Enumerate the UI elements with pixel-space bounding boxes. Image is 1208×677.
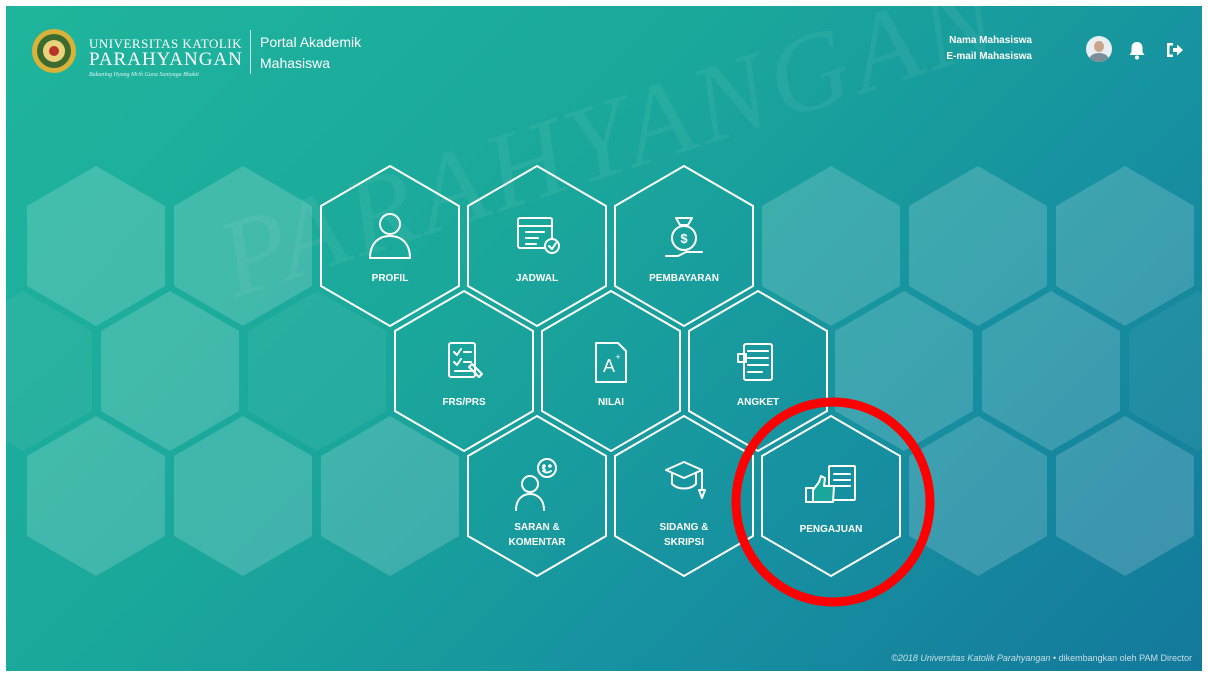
- checklist-icon: [448, 342, 483, 378]
- tile-label-pembayaran[interactable]: PEMBAYARAN: [629, 271, 739, 286]
- graduation-cap-icon: [665, 461, 706, 499]
- footer-credit: • dikembangkan oleh PAM Director: [1050, 653, 1192, 663]
- tile-label-sidang[interactable]: SIDANG & SKRIPSI: [629, 520, 739, 550]
- tile-label-sidang-line1: SIDANG &: [659, 522, 709, 533]
- tile-label-pengajuan[interactable]: PENGAJUAN: [776, 522, 886, 537]
- tile-label-frs-prs[interactable]: FRS/PRS: [409, 395, 519, 410]
- chat-person-icon: [515, 458, 557, 511]
- svg-text:+: +: [615, 352, 620, 362]
- tile-label-nilai[interactable]: NILAI: [556, 395, 666, 410]
- tile-profil[interactable]: [320, 164, 460, 328]
- thumbs-up-document-icon: [805, 465, 856, 503]
- tile-label-profil[interactable]: PROFIL: [335, 271, 445, 286]
- app-background: PARAHYANGAN UNIVERSITAS KATOLIK PARAHYAN…: [6, 6, 1202, 671]
- tile-label-angket[interactable]: ANGKET: [703, 395, 813, 410]
- tile-label-saran-line2: KOMENTAR: [508, 537, 566, 548]
- footer-copyright: ©2018 Universitas Katolik Parahyangan: [891, 653, 1051, 663]
- svg-text:A: A: [603, 356, 615, 376]
- tile-label-sidang-line2: SKRIPSI: [663, 537, 704, 548]
- tile-label-saran-line1: SARAN &: [514, 522, 560, 533]
- tile-label-saran[interactable]: SARAN & KOMENTAR: [482, 520, 592, 550]
- tile-pembayaran[interactable]: [614, 164, 754, 328]
- svg-text:$: $: [680, 231, 688, 246]
- footer: ©2018 Universitas Katolik Parahyangan • …: [891, 653, 1192, 663]
- tile-label-jadwal[interactable]: JADWAL: [482, 271, 592, 286]
- tile-jadwal[interactable]: [467, 164, 607, 328]
- money-bag-icon: $: [665, 217, 703, 257]
- calendar-icon: [517, 217, 560, 254]
- menu-hex-grid: $ A +: [320, 164, 935, 607]
- user-icon: [369, 213, 411, 259]
- grade-document-icon: A +: [595, 342, 627, 383]
- questionnaire-icon: [737, 343, 773, 381]
